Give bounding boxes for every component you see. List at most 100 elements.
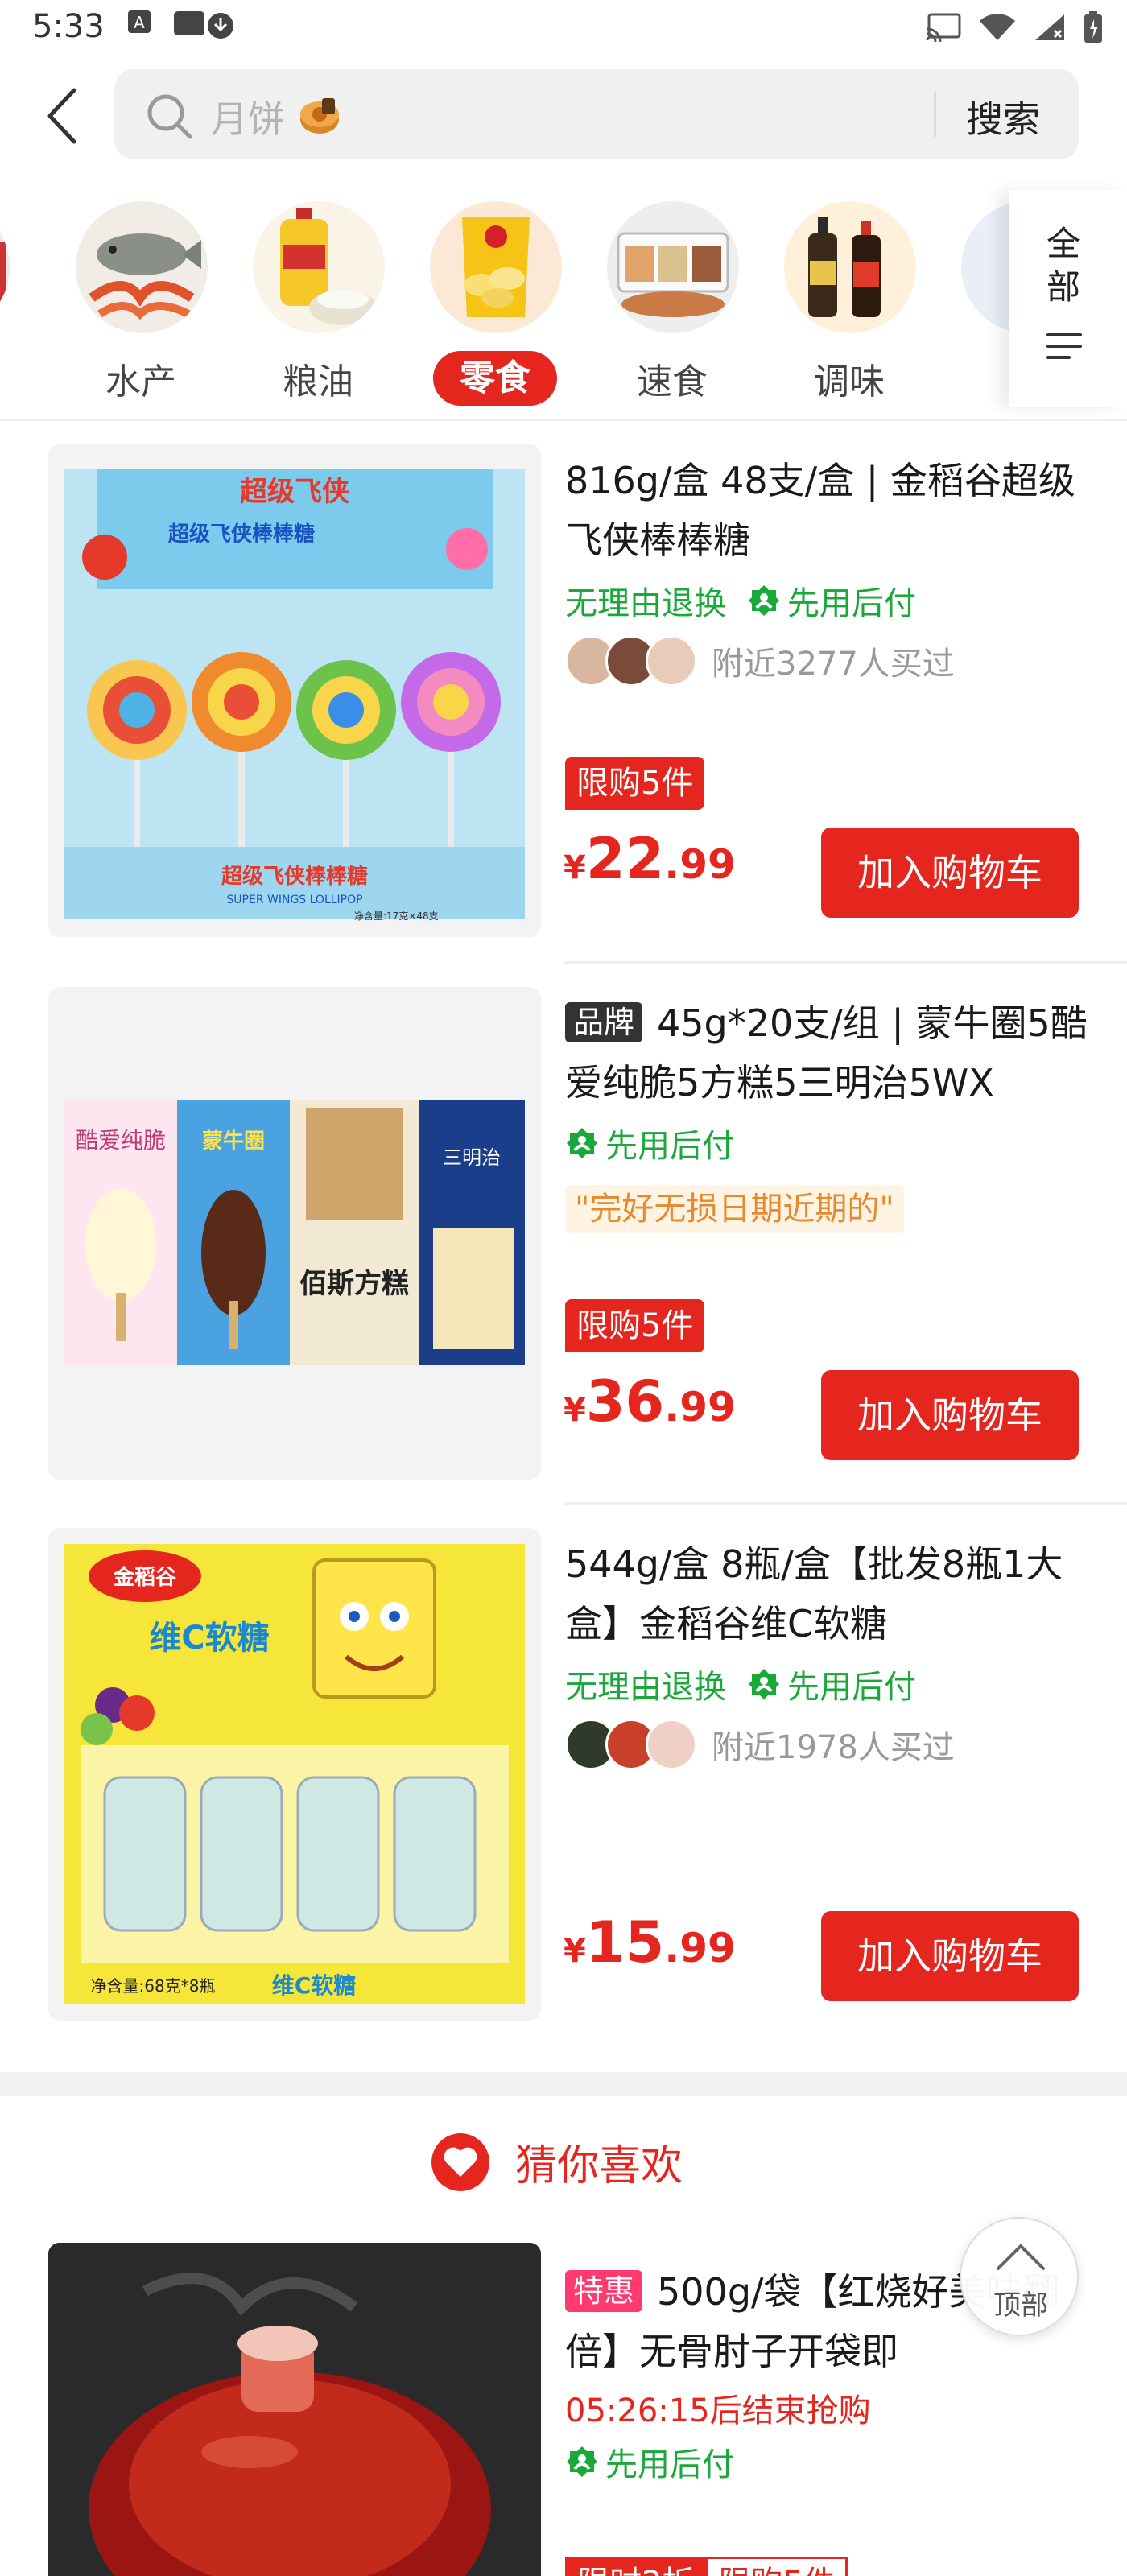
notification-a-icon: A [128, 10, 151, 33]
seasoning-icon [808, 217, 881, 317]
product-tags: 先用后付 [565, 1119, 734, 1167]
pay-later-tag: 先用后付 [747, 577, 916, 624]
cast-icon [926, 13, 961, 42]
product-card[interactable]: 酷爱纯脆 蒙牛圈 佰斯方糕 三明治 品牌 45g*20支/组 | 蒙牛圈5酷爱纯脆… [0, 964, 1127, 1496]
category-item-instant-food[interactable]: 速食 [596, 193, 749, 411]
avatar [646, 635, 697, 687]
gummy-candy-box-image: 金稻谷 维C软糖 净含量:68克*8瓶 维C软糖 [48, 1528, 541, 2021]
header-divider [0, 419, 1127, 421]
search-bar[interactable]: 月饼 搜索 [114, 69, 1079, 159]
category-item-partial-right[interactable] [950, 193, 1014, 411]
product-tags: 无理由退换 先用后付 [565, 1660, 916, 1708]
product-price: ¥15.99 [564, 1909, 736, 1975]
product-title[interactable]: 品牌 45g*20支/组 | 蒙牛圈5酷爱纯脆5方糕5三明治5WX [565, 993, 1088, 1113]
search-icon [147, 94, 192, 139]
pay-later-icon [567, 2446, 597, 2477]
avatar [646, 1719, 697, 1770]
seafood-icon [89, 233, 201, 320]
image-text: 三明治 [443, 1146, 501, 1169]
purchase-limit-badge: 限购5件 [565, 757, 705, 810]
category-item-seafood[interactable]: 水产 [64, 193, 217, 411]
pay-later-icon [567, 1128, 597, 1158]
wifi-icon [980, 14, 1015, 40]
add-to-cart-button[interactable]: 加入购物车 [821, 828, 1079, 918]
image-text: 佰斯方糕 [299, 1268, 409, 1300]
image-text: 维C软糖 [272, 1972, 357, 1999]
buyer-avatars: 附近1978人买过 [565, 1716, 955, 1773]
image-text: 净含量:68克*8瓶 [91, 1976, 216, 1996]
lollipop-box-image: 超级飞侠 超级飞侠棒棒糖 超级飞侠棒棒糖 SUPER WINGS LOLLIPO… [48, 444, 541, 937]
buyers-count: 附近3277人买过 [712, 646, 955, 683]
pay-later-tag: 先用后付 [747, 1661, 916, 1707]
special-offer-badge: 特惠 [565, 2270, 643, 2312]
product-title[interactable]: 544g/盒 8瓶/盒【批发8瓶1大盒】金稻谷维C软糖 [565, 1534, 1088, 1653]
search-input[interactable]: 月饼 [211, 90, 285, 143]
category-item-partial[interactable] [0, 193, 19, 411]
card-divider [564, 1502, 1127, 1505]
add-to-cart-button[interactable]: 加入购物车 [821, 1370, 1079, 1460]
category-label: 粮油 [283, 361, 353, 402]
image-text: 超级飞侠 [240, 476, 350, 508]
chevron-up-icon [997, 2244, 1045, 2270]
purchase-limit-badge: 限购5件 [565, 1299, 705, 1352]
search-divider [934, 92, 936, 137]
image-text: 超级飞侠棒棒糖 [168, 522, 315, 547]
product-card[interactable]: 金稻谷 维C软糖 净含量:68克*8瓶 维C软糖 544g/盒 8瓶/盒【批发8… [0, 1505, 1127, 2037]
all-categories-button[interactable]: 全部 [1009, 190, 1127, 407]
recommended-product-card[interactable]: 特惠 500g/袋【红烧好美味翻倍】无骨肘子开袋即 05:26:15后结束抢购 先… [0, 2219, 1127, 2576]
add-to-cart-button[interactable]: 加入购物车 [821, 1911, 1079, 2001]
image-text: 金稻谷 [113, 1565, 177, 1590]
product-image[interactable]: 酷爱纯脆 蒙牛圈 佰斯方糕 三明治 [48, 987, 541, 1480]
category-label: 水产 [105, 361, 176, 402]
status-right-icons [926, 11, 1103, 43]
pay-later-icon [749, 585, 779, 616]
discount-badge: 限时2折 [565, 2557, 707, 2576]
pay-later-icon [749, 1669, 779, 1699]
product-tags: 无理由退换 先用后付 [565, 576, 916, 625]
menu-list-icon [1046, 333, 1082, 359]
review-quote-badge: "完好无损日期近期的" [565, 1185, 904, 1233]
pay-later-tag: 先用后付 [565, 2438, 734, 2485]
brand-badge: 品牌 [565, 1002, 643, 1042]
image-text: 蒙牛圈 [202, 1129, 265, 1154]
shopping-page: 5:33 A 月饼 搜索 水产 粮油 零食 速食 调味 全部 超级飞侠 超级飞侠… [0, 0, 1127, 2576]
oil-rice-icon [280, 208, 377, 325]
category-item-grain-oil[interactable]: 粮油 [242, 193, 394, 411]
heart-icon [431, 2133, 489, 2191]
image-text: 酷爱纯脆 [76, 1127, 166, 1154]
product-price: ¥36.99 [564, 1368, 736, 1435]
image-text: 净含量:17克×48支 [354, 910, 439, 922]
braised-pork-image [48, 2243, 541, 2576]
category-item-snacks[interactable]: 零食 [419, 193, 572, 411]
image-text: SUPER WINGS LOLLIPOP [226, 894, 362, 906]
back-to-top-label: 顶部 [993, 2289, 1048, 2322]
product-card[interactable]: 超级飞侠 超级飞侠棒棒糖 超级飞侠棒棒糖 SUPER WINGS LOLLIPO… [0, 422, 1127, 953]
product-image[interactable] [48, 2243, 541, 2576]
search-button[interactable]: 搜索 [966, 90, 1040, 143]
category-label: 速食 [637, 361, 708, 402]
product-image[interactable]: 金稻谷 维C软糖 净含量:68克*8瓶 维C软糖 [48, 1528, 541, 2021]
recommend-title: 猜你喜欢 [515, 2142, 683, 2190]
pay-later-tag: 先用后付 [565, 1120, 734, 1166]
svg-text:A: A [134, 13, 145, 32]
category-strip: 水产 粮油 零食 速食 调味 [0, 182, 1014, 415]
chevron-left-icon [47, 88, 76, 144]
image-text: 超级飞侠棒棒糖 [221, 864, 368, 889]
flash-sale-countdown: 05:26:15后结束抢购 [565, 2392, 871, 2429]
product-title[interactable]: 816g/盒 48支/盒 | 金稻谷超级飞侠棒棒糖 [565, 451, 1088, 570]
product-tags: 先用后付 [565, 2438, 734, 2486]
signal-icon [1035, 14, 1064, 40]
category-label-active: 零食 [433, 351, 557, 406]
category-item-seasoning[interactable]: 调味 [773, 193, 926, 411]
product-image[interactable]: 超级飞侠 超级飞侠棒棒糖 超级飞侠棒棒糖 SUPER WINGS LOLLIPO… [48, 444, 541, 937]
category-label: 调味 [814, 361, 885, 402]
return-tag: 无理由退换 [565, 585, 726, 622]
cloud-download-icon [174, 11, 233, 39]
all-categories-label: 全部 [1046, 224, 1081, 307]
mooncake-emoji-icon [300, 98, 339, 134]
section-gap [0, 2072, 1127, 2096]
gift-box-icon [0, 242, 6, 314]
back-to-top-button[interactable]: 顶部 [960, 2217, 1079, 2336]
instant-food-icon [617, 232, 729, 317]
back-button[interactable] [42, 84, 90, 148]
